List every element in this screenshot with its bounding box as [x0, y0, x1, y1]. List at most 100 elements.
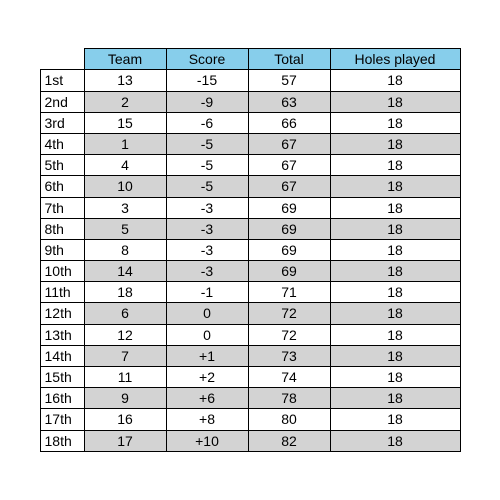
col-team: Team [84, 49, 166, 70]
team-cell: 5 [84, 218, 166, 239]
total-cell: 74 [248, 367, 330, 388]
table-row: 2nd2-96318 [40, 91, 460, 112]
leaderboard-table: Team Score Total Holes played 1st13-1557… [40, 48, 461, 452]
total-cell: 69 [248, 218, 330, 239]
score-cell: -9 [166, 91, 248, 112]
table-row: 11th18-17118 [40, 282, 460, 303]
total-cell: 63 [248, 91, 330, 112]
holes-cell: 18 [330, 367, 460, 388]
team-cell: 9 [84, 388, 166, 409]
total-cell: 67 [248, 176, 330, 197]
team-cell: 4 [84, 155, 166, 176]
team-cell: 1 [84, 133, 166, 154]
total-cell: 69 [248, 239, 330, 260]
table-row: 18th17+108218 [40, 430, 460, 451]
rank-cell: 6th [40, 176, 84, 197]
holes-cell: 18 [330, 112, 460, 133]
team-cell: 10 [84, 176, 166, 197]
holes-cell: 18 [330, 388, 460, 409]
score-cell: -1 [166, 282, 248, 303]
total-cell: 67 [248, 133, 330, 154]
score-cell: +10 [166, 430, 248, 451]
rank-cell: 2nd [40, 91, 84, 112]
score-cell: -5 [166, 155, 248, 176]
rank-cell: 9th [40, 239, 84, 260]
score-cell: -15 [166, 70, 248, 91]
team-cell: 3 [84, 197, 166, 218]
rank-cell: 10th [40, 261, 84, 282]
table-row: 3rd15-66618 [40, 112, 460, 133]
rank-cell: 15th [40, 367, 84, 388]
score-cell: -3 [166, 239, 248, 260]
holes-cell: 18 [330, 345, 460, 366]
holes-cell: 18 [330, 282, 460, 303]
total-cell: 73 [248, 345, 330, 366]
team-cell: 12 [84, 324, 166, 345]
total-cell: 66 [248, 112, 330, 133]
score-cell: -5 [166, 176, 248, 197]
table-row: 8th5-36918 [40, 218, 460, 239]
col-score: Score [166, 49, 248, 70]
table-row: 16th9+67818 [40, 388, 460, 409]
total-cell: 72 [248, 303, 330, 324]
holes-cell: 18 [330, 91, 460, 112]
rank-cell: 8th [40, 218, 84, 239]
holes-cell: 18 [330, 409, 460, 430]
col-total: Total [248, 49, 330, 70]
holes-cell: 18 [330, 303, 460, 324]
score-cell: -3 [166, 261, 248, 282]
team-cell: 6 [84, 303, 166, 324]
rank-cell: 3rd [40, 112, 84, 133]
rank-cell: 4th [40, 133, 84, 154]
holes-cell: 18 [330, 70, 460, 91]
rank-cell: 7th [40, 197, 84, 218]
total-cell: 71 [248, 282, 330, 303]
rank-cell: 11th [40, 282, 84, 303]
holes-cell: 18 [330, 261, 460, 282]
col-holes: Holes played [330, 49, 460, 70]
team-cell: 16 [84, 409, 166, 430]
team-cell: 18 [84, 282, 166, 303]
score-cell: 0 [166, 303, 248, 324]
total-cell: 78 [248, 388, 330, 409]
team-cell: 11 [84, 367, 166, 388]
total-cell: 69 [248, 261, 330, 282]
table-row: 4th1-56718 [40, 133, 460, 154]
team-cell: 8 [84, 239, 166, 260]
holes-cell: 18 [330, 176, 460, 197]
score-cell: +6 [166, 388, 248, 409]
team-cell: 13 [84, 70, 166, 91]
table-row: 10th14-36918 [40, 261, 460, 282]
score-cell: -3 [166, 218, 248, 239]
holes-cell: 18 [330, 133, 460, 154]
score-cell: +8 [166, 409, 248, 430]
rank-cell: 5th [40, 155, 84, 176]
table-row: 1st13-155718 [40, 70, 460, 91]
rank-cell: 1st [40, 70, 84, 91]
corner-blank [40, 49, 84, 70]
holes-cell: 18 [330, 430, 460, 451]
rank-cell: 14th [40, 345, 84, 366]
score-cell: -3 [166, 197, 248, 218]
score-cell: 0 [166, 324, 248, 345]
rank-cell: 17th [40, 409, 84, 430]
total-cell: 82 [248, 430, 330, 451]
rank-cell: 16th [40, 388, 84, 409]
score-cell: -5 [166, 133, 248, 154]
total-cell: 67 [248, 155, 330, 176]
team-cell: 17 [84, 430, 166, 451]
holes-cell: 18 [330, 155, 460, 176]
table-row: 6th10-56718 [40, 176, 460, 197]
holes-cell: 18 [330, 197, 460, 218]
holes-cell: 18 [330, 324, 460, 345]
table-row: 14th7+17318 [40, 345, 460, 366]
total-cell: 57 [248, 70, 330, 91]
score-cell: -6 [166, 112, 248, 133]
total-cell: 72 [248, 324, 330, 345]
score-cell: +1 [166, 345, 248, 366]
team-cell: 2 [84, 91, 166, 112]
score-cell: +2 [166, 367, 248, 388]
team-cell: 7 [84, 345, 166, 366]
rank-cell: 12th [40, 303, 84, 324]
table-row: 9th8-36918 [40, 239, 460, 260]
